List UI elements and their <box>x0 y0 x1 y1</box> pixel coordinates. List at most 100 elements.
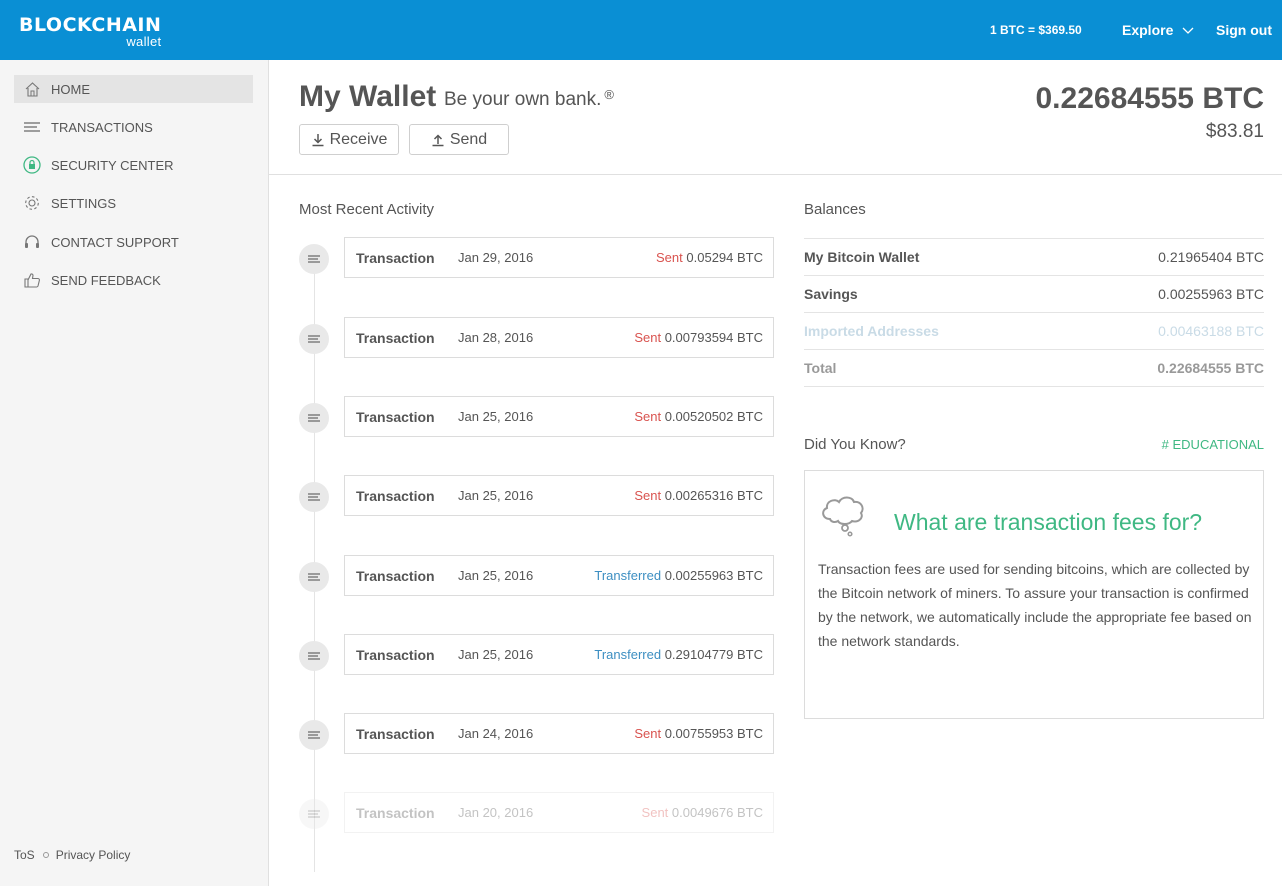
transaction-icon <box>299 324 329 354</box>
home-icon <box>23 80 41 98</box>
blockchain-logo[interactable]: BLOCKCHAIN wallet <box>19 14 161 48</box>
separator-dot <box>42 852 49 858</box>
balance-label: Savings <box>804 286 858 302</box>
btc-exchange-rate: 1 BTC = $369.50 <box>990 23 1082 37</box>
transaction-amount: Sent 0.0049676 BTC <box>642 805 763 820</box>
transaction-card[interactable]: Transaction Jan 24, 2016 Sent 0.00755953 B… <box>344 713 774 754</box>
transaction-type: Transaction <box>356 646 435 663</box>
balance-value: 0.00463188 BTC <box>1158 323 1264 339</box>
list-icon <box>23 118 41 136</box>
transaction-date: Jan 28, 2016 <box>458 330 534 345</box>
transaction-amount: Sent 0.05294 BTC <box>656 250 763 265</box>
sidebar-item-label: CONTACT SUPPORT <box>51 234 179 250</box>
total-balance-btc[interactable]: 0.22684555 BTC <box>1036 82 1265 116</box>
transaction-type: Transaction <box>356 487 435 504</box>
privacy-policy-link[interactable]: Privacy Policy <box>56 848 131 862</box>
transaction-card[interactable]: Transaction Jan 25, 2016 Sent 0.00265316 B… <box>344 475 774 516</box>
transaction-type: Transaction <box>356 408 435 425</box>
transaction-value: 0.05294 BTC <box>686 250 763 265</box>
transaction-value: 0.00255963 BTC <box>664 568 763 583</box>
transaction-type: Transaction <box>356 567 435 584</box>
explore-dropdown[interactable]: Explore <box>1122 22 1195 38</box>
activity-item: Transaction Jan 25, 2016 Transferred 0.291… <box>299 634 774 676</box>
sidebar: HOME TRANSACTIONS SECURITY CENTER SETTIN… <box>0 60 269 886</box>
chevron-down-icon <box>1182 27 1194 34</box>
transaction-card[interactable]: Transaction Jan 20, 2016 Sent 0.0049676 BT… <box>344 792 774 833</box>
transaction-date: Jan 24, 2016 <box>458 726 534 741</box>
balance-label: Total <box>804 360 837 376</box>
upload-icon <box>432 133 444 146</box>
logo-main-text: BLOCKCHAIN <box>19 14 162 36</box>
balance-row-my-bitcoin-wallet[interactable]: My Bitcoin Wallet 0.21965404 BTC <box>804 238 1264 275</box>
sidebar-item-settings[interactable]: SETTINGS <box>14 189 253 217</box>
transaction-card[interactable]: Transaction Jan 25, 2016 Transferred 0.002… <box>344 555 774 596</box>
transaction-type: Transaction <box>356 725 435 742</box>
receive-label: Receive <box>329 130 388 148</box>
activity-item: Transaction Jan 25, 2016 Sent 0.00520502 B… <box>299 396 774 438</box>
sidebar-item-label: TRANSACTIONS <box>51 119 153 135</box>
transaction-value: 0.00793594 BTC <box>664 330 763 345</box>
transaction-date: Jan 25, 2016 <box>458 409 534 424</box>
balance-value: 0.00255963 BTC <box>1158 286 1264 302</box>
transaction-status: Transferred <box>594 647 662 662</box>
transaction-card[interactable]: Transaction Jan 25, 2016 Transferred 0.291… <box>344 634 774 675</box>
transaction-amount: Transferred 0.29104779 BTC <box>594 647 763 662</box>
transaction-value: 0.29104779 BTC <box>664 647 763 662</box>
tos-link[interactable]: ToS <box>14 848 35 862</box>
thumbs-up-icon <box>23 271 41 289</box>
balances-title: Balances <box>804 201 866 218</box>
sidebar-item-home[interactable]: HOME <box>14 75 253 103</box>
did-you-know-title: Did You Know? <box>804 436 906 453</box>
sidebar-item-contact-support[interactable]: CONTACT SUPPORT <box>14 228 253 256</box>
transaction-status: Sent <box>634 726 662 741</box>
transaction-icon <box>299 720 329 750</box>
transaction-card[interactable]: Transaction Jan 28, 2016 Sent 0.00793594 B… <box>344 317 774 358</box>
total-balance-usd: $83.81 <box>1205 121 1264 142</box>
activity-item: Transaction Jan 29, 2016 Sent 0.05294 BTC <box>299 237 774 279</box>
balance-row-imported-addresses[interactable]: Imported Addresses 0.00463188 BTC <box>804 312 1264 349</box>
sign-out-link[interactable]: Sign out <box>1216 22 1272 38</box>
logo-sub-text: wallet <box>126 34 162 49</box>
transaction-amount: Sent 0.00755953 BTC <box>634 726 763 741</box>
transaction-icon <box>299 562 329 592</box>
header-divider <box>269 174 1282 175</box>
sidebar-item-security-center[interactable]: SECURITY CENTER <box>14 151 253 179</box>
educational-tag[interactable]: # EDUCATIONAL <box>1162 437 1264 452</box>
balance-label: My Bitcoin Wallet <box>804 249 920 265</box>
transaction-card[interactable]: Transaction Jan 25, 2016 Sent 0.00520502 B… <box>344 396 774 437</box>
transaction-value: 0.0049676 BTC <box>671 805 763 820</box>
transaction-icon <box>299 799 329 829</box>
lock-icon <box>23 156 41 174</box>
gear-icon <box>23 194 41 212</box>
sidebar-item-transactions[interactable]: TRANSACTIONS <box>14 113 253 141</box>
transaction-status: Sent <box>641 805 669 820</box>
activity-item: Transaction Jan 25, 2016 Transferred 0.002… <box>299 555 774 597</box>
transaction-icon <box>299 482 329 512</box>
page-title: My Wallet <box>299 80 437 113</box>
sidebar-item-send-feedback[interactable]: SEND FEEDBACK <box>14 266 253 294</box>
transaction-status: Sent <box>656 250 683 265</box>
headset-icon <box>23 233 41 251</box>
balance-row-savings[interactable]: Savings 0.00255963 BTC <box>804 275 1264 312</box>
transaction-type: Transaction <box>356 804 435 821</box>
send-button[interactable]: Send <box>409 124 509 155</box>
send-label: Send <box>449 130 488 148</box>
transaction-icon <box>299 403 329 433</box>
transaction-type: Transaction <box>356 329 435 346</box>
transaction-date: Jan 25, 2016 <box>458 488 534 503</box>
transaction-date: Jan 29, 2016 <box>458 250 534 265</box>
receive-button[interactable]: Receive <box>299 124 399 155</box>
transaction-type: Transaction <box>356 249 435 266</box>
balance-value: 0.22684555 BTC <box>1157 360 1264 376</box>
balance-row-total: Total 0.22684555 BTC <box>804 349 1264 386</box>
registered-mark: ® <box>604 87 614 102</box>
activity-title: Most Recent Activity <box>299 201 435 218</box>
tagline: Be your own bank. ® <box>444 87 614 111</box>
balances-bottom-divider <box>804 386 1264 387</box>
balance-value: 0.21965404 BTC <box>1158 249 1264 265</box>
transaction-card[interactable]: Transaction Jan 29, 2016 Sent 0.05294 BTC <box>344 237 774 278</box>
did-you-know-text: Transaction fees are used for sending bi… <box>818 561 1252 649</box>
download-icon <box>312 133 324 146</box>
tagline-text: Be your own bank. <box>444 89 602 110</box>
did-you-know-heading: What are transaction fees for? <box>894 509 1203 535</box>
